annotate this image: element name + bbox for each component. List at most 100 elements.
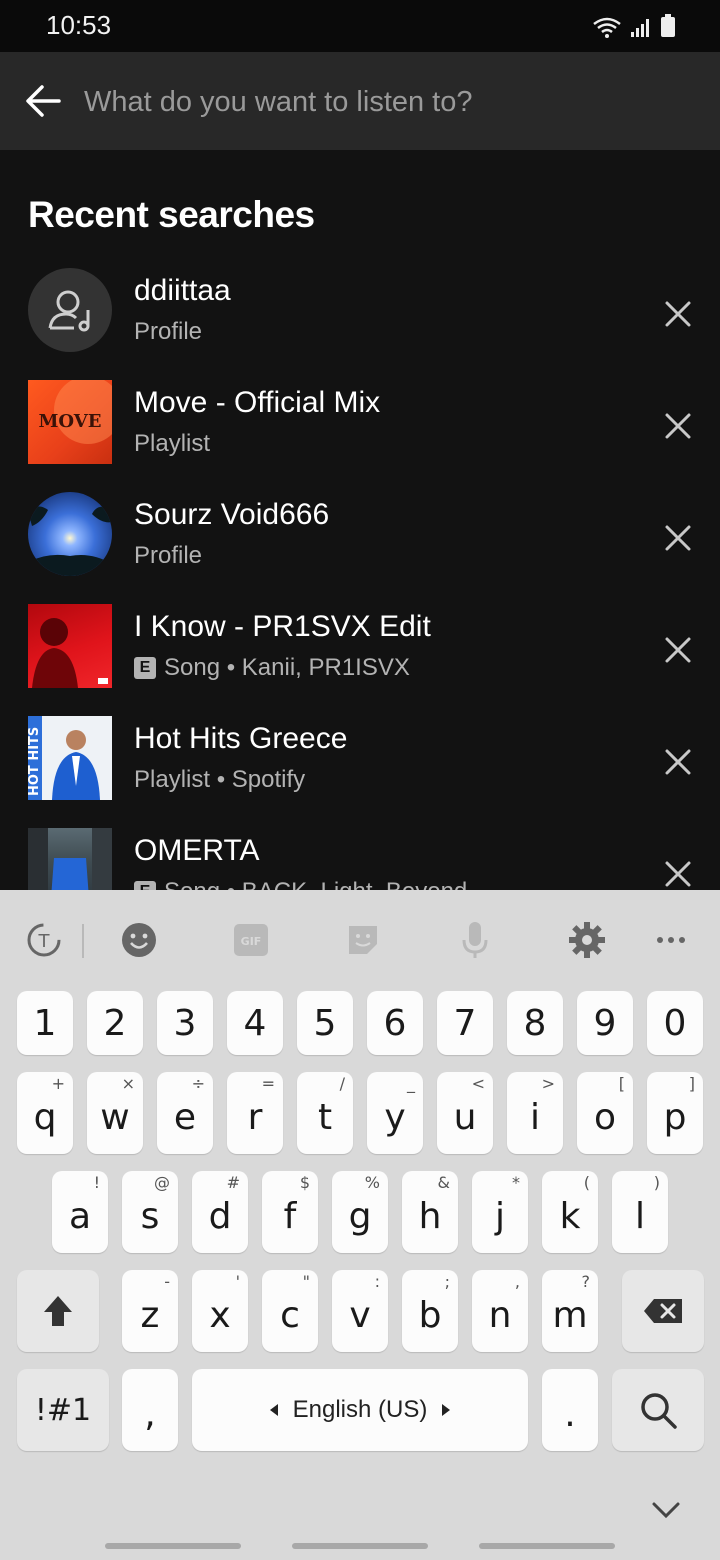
- key-label: 7: [453, 1002, 477, 1044]
- key-6[interactable]: 6: [367, 991, 423, 1055]
- key-g[interactable]: % g: [332, 1171, 388, 1253]
- key-y[interactable]: _ y: [367, 1072, 423, 1154]
- key-hint: ×: [121, 1074, 135, 1093]
- close-icon: [665, 301, 691, 327]
- key-hint: ]: [688, 1074, 695, 1093]
- nav-back[interactable]: [479, 1543, 615, 1549]
- item-subtitle: Profile: [134, 318, 202, 346]
- remove-button[interactable]: [656, 404, 700, 448]
- key-t[interactable]: / t: [297, 1072, 353, 1154]
- more-button[interactable]: [651, 920, 691, 960]
- sticker-button[interactable]: [343, 920, 383, 960]
- nav-recent-apps[interactable]: [105, 1543, 241, 1549]
- key-hint: ": [302, 1272, 310, 1291]
- period-key[interactable]: .: [542, 1369, 598, 1451]
- key-label: j: [494, 1195, 505, 1237]
- hot-hits-cover-image: HOT HITS: [28, 716, 112, 800]
- key-hint: /: [339, 1074, 345, 1093]
- item-subtitle-text: Playlist • Spotify: [134, 766, 306, 793]
- translate-icon: T: [27, 923, 61, 957]
- key-n[interactable]: ,n: [472, 1270, 528, 1352]
- key-e[interactable]: ÷ e: [157, 1072, 213, 1154]
- key-f[interactable]: $ f: [262, 1171, 318, 1253]
- key-label: t: [317, 1096, 333, 1138]
- space-key[interactable]: English (US): [192, 1369, 528, 1451]
- remove-button[interactable]: [656, 516, 700, 560]
- key-label: 5: [313, 1002, 337, 1044]
- item-subtitle: Playlist: [134, 430, 210, 458]
- key-v[interactable]: :v: [332, 1270, 388, 1352]
- key-4[interactable]: 4: [227, 991, 283, 1055]
- status-bar: 10:53: [0, 0, 720, 52]
- key-label: l: [634, 1195, 645, 1237]
- nav-home[interactable]: [292, 1543, 428, 1549]
- key-w[interactable]: × w: [87, 1072, 143, 1154]
- key-u[interactable]: < u: [437, 1072, 493, 1154]
- translate-button[interactable]: T: [24, 920, 64, 960]
- key-l[interactable]: ) l: [612, 1171, 668, 1253]
- key-r[interactable]: = r: [227, 1072, 283, 1154]
- key-h[interactable]: & h: [402, 1171, 458, 1253]
- key-m[interactable]: ? m: [542, 1270, 598, 1352]
- language-switcher: English (US): [269, 1396, 452, 1424]
- list-item[interactable]: I Know - PR1SVX Edit E Song • Kanii, PR1…: [0, 590, 720, 702]
- remove-button[interactable]: [656, 852, 700, 890]
- list-item[interactable]: HOT HITS Hot Hits Greece Playlist • Spot…: [0, 702, 720, 814]
- key-a[interactable]: ! a: [52, 1171, 108, 1253]
- key-d[interactable]: # d: [192, 1171, 248, 1253]
- key-hint: &: [437, 1173, 450, 1192]
- svg-text:T: T: [38, 931, 51, 952]
- symbols-key[interactable]: !#1: [17, 1369, 109, 1451]
- move-cover-image: MOVE: [28, 380, 112, 464]
- item-subtitle-text: Profile: [134, 318, 203, 345]
- key-c[interactable]: " c: [262, 1270, 318, 1352]
- key-p[interactable]: ] p: [647, 1072, 703, 1154]
- shift-key[interactable]: [17, 1270, 99, 1352]
- explicit-badge: E: [134, 657, 156, 679]
- settings-button[interactable]: [567, 920, 607, 960]
- key-label: k: [559, 1195, 581, 1237]
- key-x[interactable]: ' x: [192, 1270, 248, 1352]
- remove-button[interactable]: [656, 628, 700, 672]
- list-item[interactable]: MOVE Move - Official Mix Playlist: [0, 366, 720, 478]
- key-8[interactable]: 8: [507, 991, 563, 1055]
- gif-button[interactable]: GIF: [231, 920, 271, 960]
- list-item[interactable]: ddiittaa Profile: [0, 254, 720, 366]
- key-7[interactable]: 7: [437, 991, 493, 1055]
- search-icon: [641, 1393, 677, 1429]
- key-5[interactable]: 5: [297, 991, 353, 1055]
- key-k[interactable]: (k: [542, 1171, 598, 1253]
- key-0[interactable]: 0: [647, 991, 703, 1055]
- comma-key[interactable]: ,: [122, 1369, 178, 1451]
- search-input[interactable]: [84, 78, 684, 126]
- key-2[interactable]: 2: [87, 991, 143, 1055]
- voice-button[interactable]: [455, 920, 495, 960]
- key-b[interactable]: ; b: [402, 1270, 458, 1352]
- key-9[interactable]: 9: [577, 991, 633, 1055]
- backspace-key[interactable]: [622, 1270, 704, 1352]
- key-i[interactable]: > i: [507, 1072, 563, 1154]
- key-label: d: [208, 1195, 232, 1237]
- search-key[interactable]: [612, 1369, 704, 1451]
- list-item[interactable]: Sourz Void666 Profile: [0, 478, 720, 590]
- remove-button[interactable]: [656, 292, 700, 336]
- list-item[interactable]: OMERTA E Song • BACK, Light, Beyond: [0, 814, 720, 890]
- hide-keyboard-button[interactable]: [646, 1490, 686, 1530]
- key-label: n: [488, 1294, 512, 1336]
- item-subtitle: Playlist • Spotify: [134, 766, 305, 794]
- key-1[interactable]: 1: [17, 991, 73, 1055]
- key-q[interactable]: + q: [17, 1072, 73, 1154]
- key-o[interactable]: [o: [577, 1072, 633, 1154]
- key-z[interactable]: -z: [122, 1270, 178, 1352]
- key-s[interactable]: @ s: [122, 1171, 178, 1253]
- key-hint: [: [618, 1074, 625, 1093]
- key-label: a: [68, 1195, 92, 1237]
- hot-hits-cover-text: HOT HITS: [28, 727, 42, 796]
- recent-searches-title: Recent searches: [28, 194, 315, 235]
- back-button[interactable]: [20, 78, 66, 124]
- key-j[interactable]: * j: [472, 1171, 528, 1253]
- remove-button[interactable]: [656, 740, 700, 784]
- emoji-button[interactable]: [119, 920, 159, 960]
- key-label: .: [564, 1393, 576, 1435]
- key-3[interactable]: 3: [157, 991, 213, 1055]
